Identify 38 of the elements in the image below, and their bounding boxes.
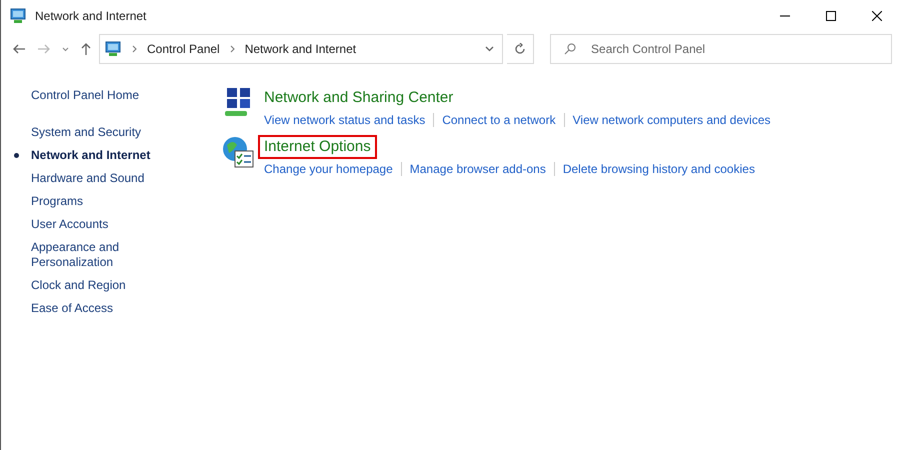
task-link[interactable]: Delete browsing history and cookies: [562, 160, 755, 178]
globe-checklist-icon: [221, 135, 255, 169]
window-icon: [9, 7, 27, 25]
task-link[interactable]: View network status and tasks: [264, 111, 426, 129]
search-field[interactable]: Search Control Panel: [550, 34, 892, 64]
search-icon: [564, 43, 576, 55]
task-link[interactable]: View network computers and devices: [572, 111, 770, 129]
chevron-icon: [230, 45, 235, 53]
bullet-icon: [14, 153, 18, 158]
caret-icon: [484, 46, 494, 52]
category-link[interactable]: Internet Options: [258, 135, 377, 159]
chevron-icon: [132, 45, 137, 53]
sidebar-item[interactable]: Hardware and Sound: [31, 171, 181, 186]
breadcrumb[interactable]: Network and Internet: [244, 40, 356, 58]
sidebar-item[interactable]: System and Security: [31, 125, 181, 140]
sidebar-item[interactable]: Appearance and Personalization: [31, 240, 181, 270]
sidebar-item[interactable]: Clock and Region: [31, 278, 181, 293]
forward-arrow-icon: [38, 44, 50, 54]
task-link[interactable]: Manage browser add-ons: [410, 160, 546, 178]
sidebar-item[interactable]: Network and Internet: [31, 148, 181, 163]
caret-icon: [62, 46, 69, 52]
sidebar-item[interactable]: Programs: [31, 194, 181, 209]
sidebar-item[interactable]: Ease of Access: [31, 301, 181, 316]
task-link[interactable]: Change your homepage: [264, 160, 393, 178]
task-link[interactable]: Connect to a network: [442, 111, 556, 129]
category-link[interactable]: Network and Sharing Center: [258, 86, 460, 110]
window-title: Network and Internet: [35, 8, 146, 25]
maximize-icon: [826, 11, 836, 21]
address-bar[interactable]: Control Panel Network and Internet: [99, 34, 504, 64]
back-arrow-icon: [13, 44, 26, 54]
sidebar-item[interactable]: User Accounts: [31, 217, 181, 232]
refresh-button[interactable]: [507, 34, 534, 64]
breadcrumb[interactable]: Control Panel: [147, 40, 220, 58]
close-icon: [872, 11, 882, 21]
sidebar-link[interactable]: Control Panel Home: [31, 86, 221, 104]
up-arrow-icon: [80, 43, 91, 55]
refresh-icon: [514, 43, 526, 55]
address-network-icon: [104, 40, 122, 58]
